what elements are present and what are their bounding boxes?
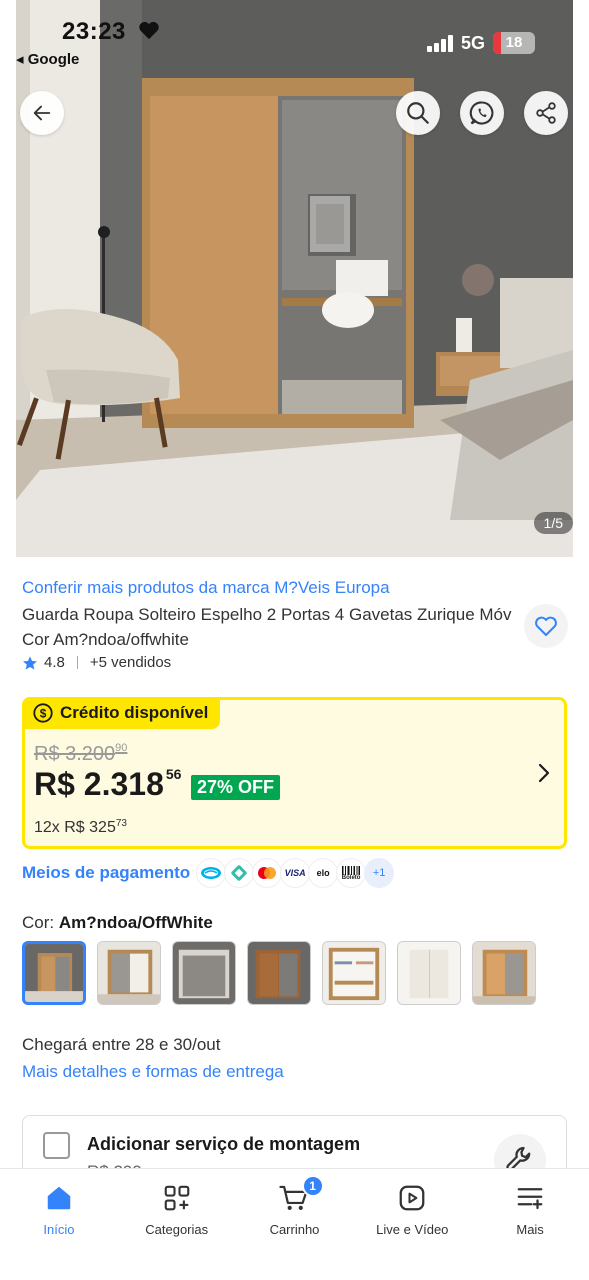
- network-type: 5G: [460, 32, 485, 53]
- rating-row[interactable]: 4.8 +5 vendidos: [22, 654, 171, 671]
- back-to-app-link[interactable]: ◂ Google: [16, 50, 79, 68]
- product-photo: [0, 0, 589, 557]
- color-swatch[interactable]: [22, 941, 86, 1005]
- assembly-label: Adicionar serviço de montagem: [87, 1134, 361, 1154]
- back-button[interactable]: [20, 91, 64, 135]
- share-button[interactable]: [524, 91, 568, 135]
- divider: [76, 656, 78, 669]
- current-price: R$ 2.318 56: [34, 766, 181, 803]
- delivery-details-link[interactable]: Mais detalhes e formas de entrega: [22, 1062, 284, 1082]
- rating-value: 4.8: [44, 654, 65, 671]
- discount-badge: 27% OFF: [191, 775, 281, 800]
- color-swatch[interactable]: [322, 941, 386, 1005]
- original-price-value: R$ 3.200: [34, 743, 116, 765]
- chevron-right-icon: [538, 763, 550, 783]
- color-swatch[interactable]: [472, 941, 536, 1005]
- mercado-pago-icon: [196, 858, 227, 888]
- status-indicators: 5G 18: [426, 32, 535, 54]
- credit-badge: $ Crédito disponível: [22, 697, 221, 729]
- whatsapp-icon: [469, 101, 494, 125]
- nav-item-more[interactable]: Mais: [471, 1169, 589, 1280]
- nav-item-cart[interactable]: 1 Carrinho: [236, 1169, 354, 1280]
- mastercard-icon: [252, 858, 283, 888]
- product-image-gallery[interactable]: 23:23 ◂ Google 5G 18 1/5: [0, 0, 589, 557]
- more-payment-methods[interactable]: +1: [364, 858, 395, 888]
- nav-label: Início: [43, 1222, 75, 1237]
- color-swatches: [22, 941, 536, 1005]
- battery-level-text: 18: [505, 34, 523, 51]
- nav-label: Categorias: [145, 1222, 209, 1237]
- coin-clock-icon: $: [33, 703, 53, 723]
- play-icon: [397, 1182, 427, 1214]
- elo-icon: elo: [308, 858, 339, 888]
- nav-item-categories[interactable]: Categorias: [118, 1169, 236, 1280]
- boleto-label: Boleto: [341, 874, 361, 881]
- installments-cents: 73: [115, 818, 127, 829]
- payment-methods[interactable]: Meios de pagamento VISA elo Boleto +1: [22, 858, 395, 888]
- back-arrow-icon: [33, 105, 51, 121]
- color-value: Am?ndoa/OffWhite: [58, 913, 213, 932]
- installments: 12x R$ 32573: [34, 818, 127, 837]
- original-price-cents: 90: [115, 742, 128, 754]
- installments-value: 12x R$ 325: [34, 819, 116, 836]
- favorite-button[interactable]: [524, 604, 568, 648]
- search-icon: [407, 102, 429, 124]
- battery-indicator: 18: [493, 32, 535, 54]
- nav-item-live-video[interactable]: Live e Vídeo: [353, 1169, 471, 1280]
- image-counter: 1/5: [533, 512, 573, 534]
- delivery-estimate: Chegará entre 28 e 30/out: [22, 1035, 221, 1054]
- nav-label: Carrinho: [269, 1222, 320, 1237]
- status-time: 23:23: [62, 18, 126, 45]
- brand-products-link[interactable]: Conferir mais produtos da marca M?Veis E…: [22, 578, 390, 598]
- price-card[interactable]: $ Crédito disponível R$ 3.20090 R$ 2.318…: [22, 697, 567, 849]
- nav-label: Mais: [516, 1222, 544, 1237]
- heart-icon: [535, 616, 557, 636]
- whatsapp-button[interactable]: [460, 91, 504, 135]
- share-icon: [536, 102, 556, 124]
- categories-icon: [162, 1182, 192, 1214]
- color-swatch[interactable]: [172, 941, 236, 1005]
- color-swatch[interactable]: [397, 941, 461, 1005]
- svg-text:$: $: [40, 707, 47, 721]
- original-price: R$ 3.20090: [34, 742, 127, 766]
- boleto-icon: Boleto: [336, 858, 367, 888]
- star-icon: [23, 655, 37, 670]
- search-button[interactable]: [396, 91, 440, 135]
- credit-badge-label: Crédito disponível: [60, 703, 209, 722]
- color-swatch[interactable]: [97, 941, 161, 1005]
- heart-status-icon: [138, 20, 160, 45]
- color-label: Cor:: [22, 913, 55, 932]
- nav-item-home[interactable]: Início: [0, 1169, 118, 1280]
- signal-icon: [426, 34, 453, 52]
- assembly-checkbox[interactable]: [43, 1132, 70, 1159]
- current-price-cents: 56: [165, 766, 182, 782]
- payment-methods-link[interactable]: Meios de pagamento: [22, 863, 190, 883]
- home-icon: [44, 1182, 74, 1214]
- color-label-row: Cor: Am?ndoa/OffWhite: [22, 913, 213, 933]
- visa-icon: VISA: [280, 858, 311, 888]
- pix-icon: [224, 858, 255, 888]
- bottom-navigation: Início Categorias 1 Carrinho Live e Víde…: [0, 1168, 589, 1280]
- cart-count-badge: 1: [301, 1175, 324, 1197]
- color-swatch[interactable]: [247, 941, 311, 1005]
- nav-label: Live e Vídeo: [376, 1222, 449, 1237]
- product-title: Guarda Roupa Solteiro Espelho 2 Portas 4…: [22, 605, 512, 649]
- sold-count: +5 vendidos: [89, 654, 172, 671]
- current-price-value: R$ 2.318: [34, 766, 164, 802]
- menu-icon: [515, 1182, 545, 1214]
